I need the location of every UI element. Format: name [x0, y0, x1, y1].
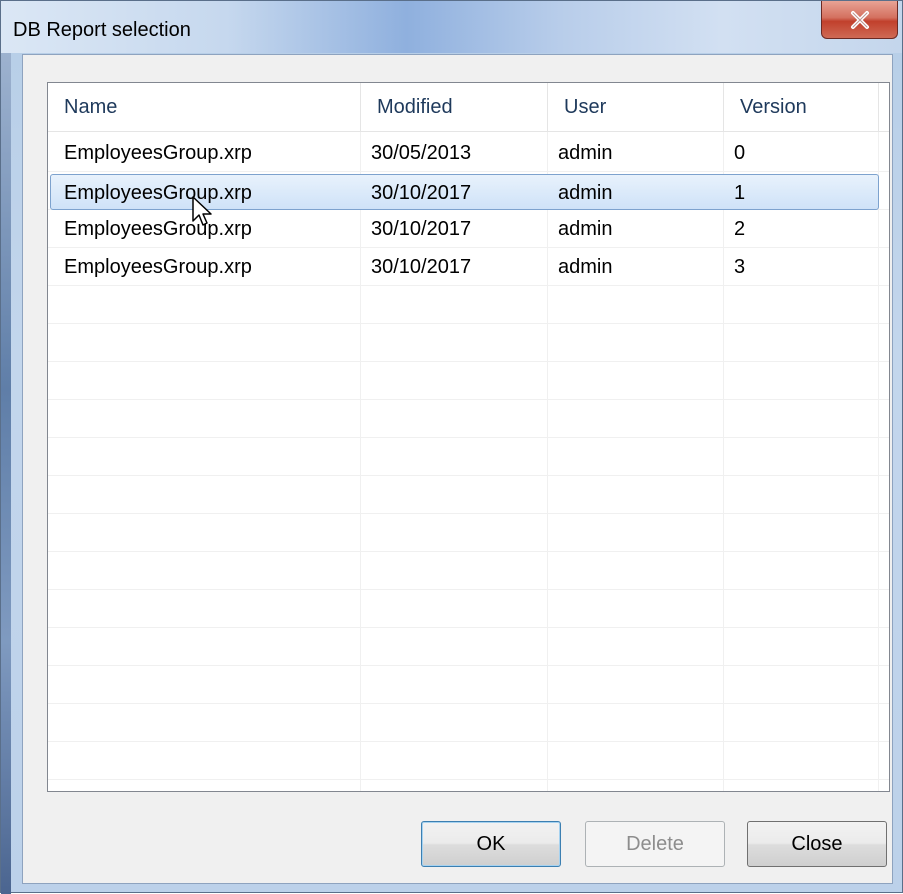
dialog-window: DB Report selection Name Modified User V… [0, 0, 903, 894]
row-divider [48, 627, 889, 628]
row-name: EmployeesGroup.xrp [64, 256, 252, 278]
ok-button[interactable]: OK [421, 821, 561, 867]
row-modified: 30/10/2017 [371, 182, 472, 204]
row-user: admin [558, 142, 613, 164]
delete-button: Delete [585, 821, 725, 867]
list-header: Name Modified User Version [48, 83, 889, 132]
title-bar[interactable]: DB Report selection [1, 1, 902, 53]
row-divider [48, 703, 889, 704]
row-version: 0 [734, 142, 746, 164]
table-row[interactable]: EmployeesGroup.xrp 30/10/2017 admin 2 [48, 210, 889, 248]
row-divider [48, 475, 889, 476]
row-modified: 30/10/2017 [371, 218, 472, 240]
table-row[interactable]: EmployeesGroup.xrp 30/10/2017 admin 3 [48, 248, 889, 286]
row-divider [48, 399, 889, 400]
window-title: DB Report selection [13, 19, 191, 41]
column-header-modified[interactable]: Modified [361, 83, 548, 131]
row-name: EmployeesGroup.xrp [64, 182, 252, 204]
close-button[interactable]: Close [747, 821, 887, 867]
row-divider [48, 665, 889, 666]
report-list[interactable]: Name Modified User Version EmployeesGrou… [47, 82, 890, 792]
row-name: EmployeesGroup.xrp [64, 142, 252, 164]
dialog-client-area: Name Modified User Version EmployeesGrou… [22, 54, 893, 884]
row-name: EmployeesGroup.xrp [64, 218, 252, 240]
row-user: admin [558, 256, 613, 278]
row-version: 2 [734, 218, 746, 240]
close-icon [850, 10, 869, 29]
row-user: admin [558, 182, 613, 204]
row-modified: 30/05/2013 [371, 142, 472, 164]
row-divider [48, 323, 889, 324]
row-divider [48, 741, 889, 742]
table-row-selected[interactable]: EmployeesGroup.xrp 30/10/2017 admin 1 [50, 174, 879, 210]
table-row[interactable]: EmployeesGroup.xrp 30/05/2013 admin 0 [48, 134, 889, 172]
row-divider [48, 361, 889, 362]
row-user: admin [558, 218, 613, 240]
row-version: 3 [734, 256, 746, 278]
column-header-version[interactable]: Version [724, 83, 879, 131]
row-divider [48, 779, 889, 780]
row-divider [48, 589, 889, 590]
window-frame-edge [1, 53, 11, 894]
window-close-button[interactable] [821, 1, 898, 39]
row-version: 1 [734, 182, 746, 204]
row-divider [48, 437, 889, 438]
row-divider [48, 513, 889, 514]
column-header-user[interactable]: User [548, 83, 724, 131]
row-divider [48, 551, 889, 552]
row-modified: 30/10/2017 [371, 256, 472, 278]
column-header-name[interactable]: Name [48, 83, 361, 131]
